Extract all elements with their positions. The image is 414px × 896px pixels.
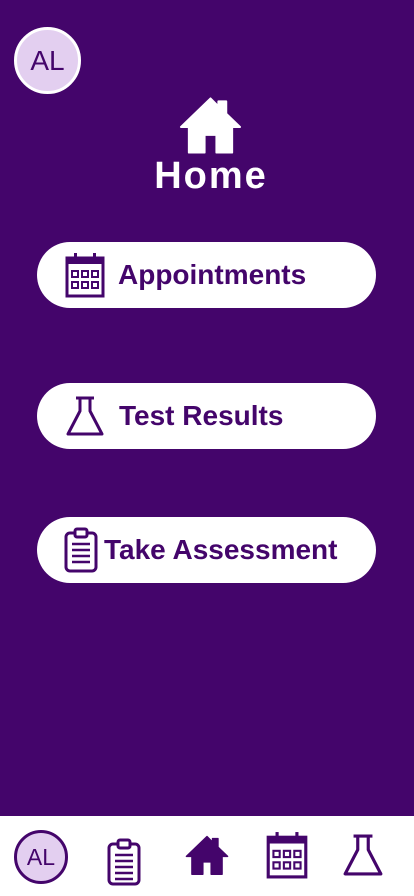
test-results-label: Test Results: [119, 400, 284, 431]
bottom-nav: AL: [0, 816, 414, 896]
nav-tab-home[interactable]: [184, 830, 230, 880]
page-title: Home: [154, 155, 268, 197]
home-icon: [185, 835, 229, 875]
take-assessment-button[interactable]: Take Assessment: [37, 517, 376, 583]
flask-icon: [343, 834, 383, 876]
clipboard-icon: [64, 527, 98, 573]
flask-icon: [65, 396, 105, 436]
home-icon: [179, 97, 242, 154]
appointments-button[interactable]: Appointments: [37, 242, 376, 308]
calendar-icon: [266, 832, 308, 879]
nav-avatar-initials: AL: [26, 843, 56, 870]
nav-profile-avatar[interactable]: AL: [14, 830, 68, 884]
take-assessment-label: Take Assessment: [104, 534, 338, 565]
appointments-label: Appointments: [118, 259, 307, 290]
nav-tab-results[interactable]: [342, 830, 384, 880]
nav-tab-appointments[interactable]: [264, 830, 310, 880]
clipboard-icon: [107, 838, 141, 886]
avatar-initials: AL: [30, 44, 65, 76]
profile-avatar[interactable]: AL: [14, 27, 81, 94]
test-results-button[interactable]: Test Results: [37, 383, 376, 449]
calendar-icon: [64, 252, 106, 298]
nav-tab-assessment[interactable]: [104, 830, 144, 894]
